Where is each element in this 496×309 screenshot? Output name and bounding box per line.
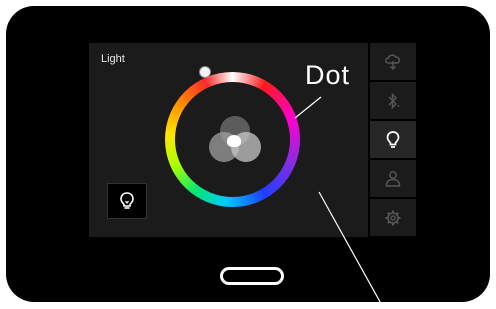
callout-line-dot xyxy=(294,96,322,119)
callout-lines xyxy=(294,96,385,309)
callout-line-wheel xyxy=(318,191,385,309)
